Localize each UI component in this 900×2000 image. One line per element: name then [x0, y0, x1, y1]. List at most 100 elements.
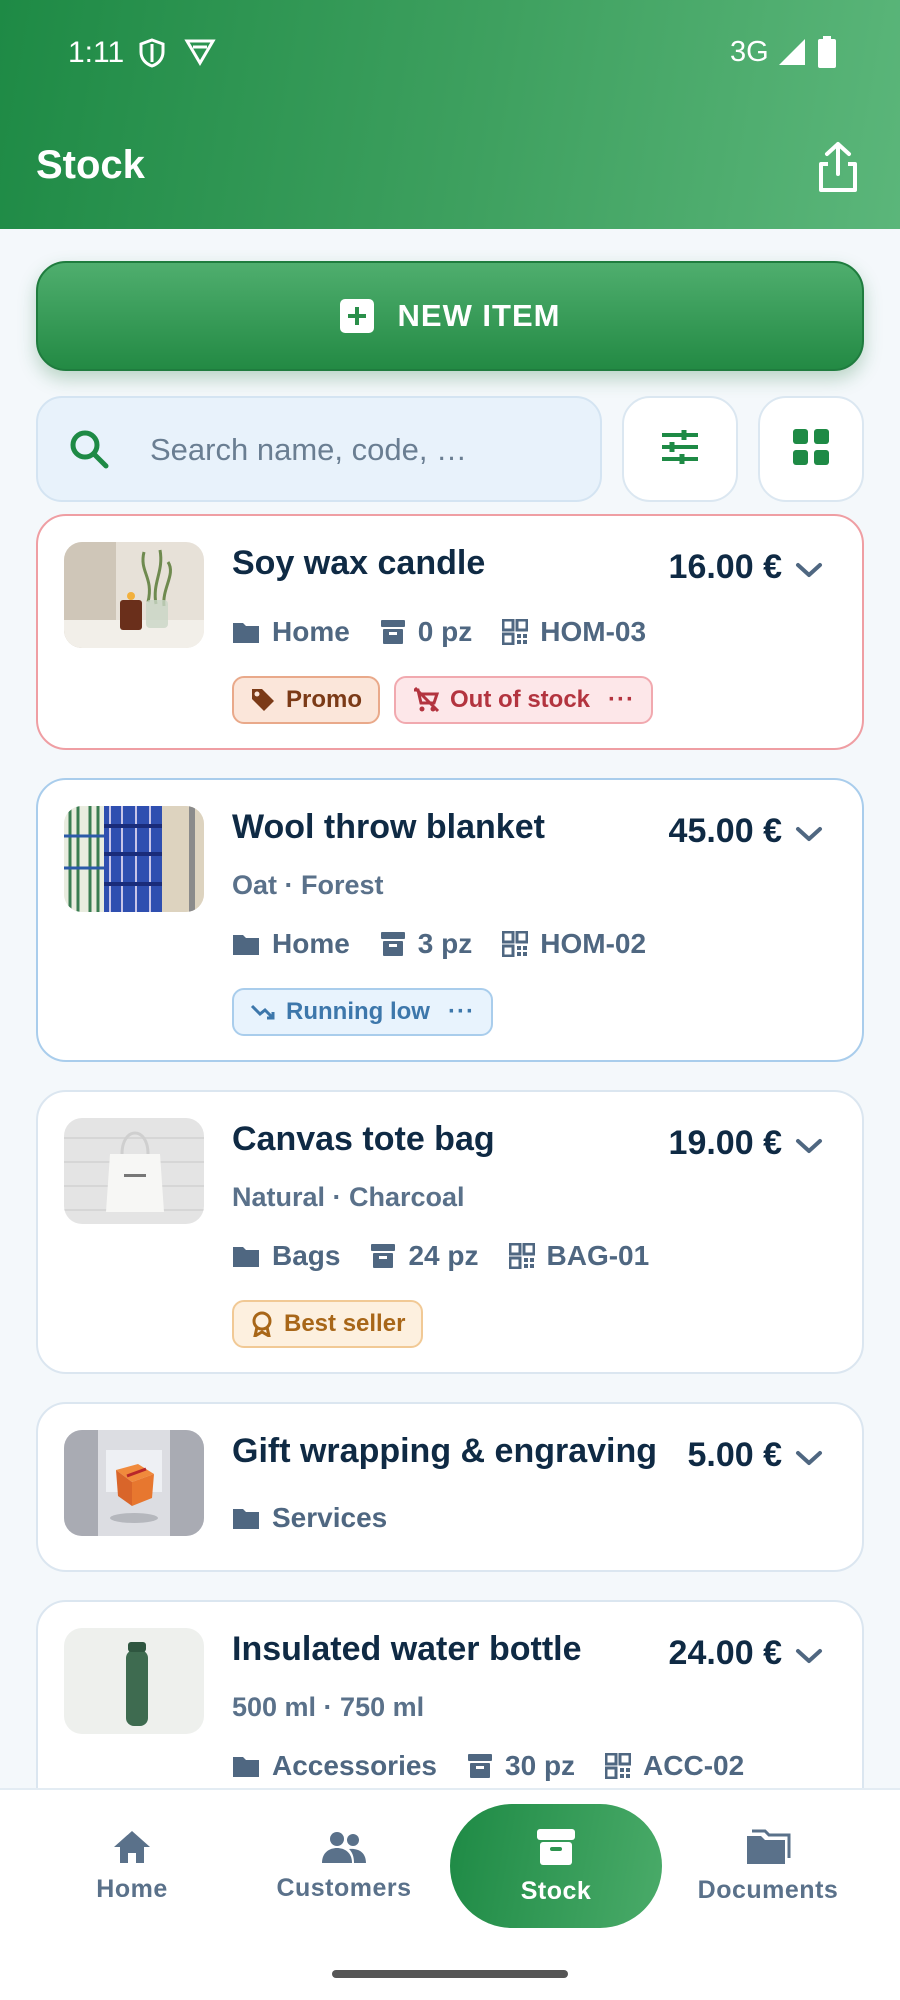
folder-icon: [233, 1247, 259, 1267]
item-variants: 500 ml · 750 ml: [232, 1692, 425, 1722]
item-tags: Promo Out of stock ···: [232, 676, 667, 724]
chevron-down-icon[interactable]: [794, 1448, 824, 1468]
qr-code-icon: [508, 1243, 535, 1269]
tag-icon: [252, 689, 274, 711]
box-icon: [371, 1244, 396, 1268]
search-icon: [68, 428, 112, 477]
status-bar: 1:11 3G: [0, 0, 900, 110]
box-icon: [380, 620, 405, 644]
battery-icon: [818, 36, 836, 73]
item-quantity: 0 pz: [417, 616, 473, 647]
item-code: HOM-02: [540, 928, 647, 959]
item-thumbnail: [64, 1118, 204, 1224]
out-of-stock-badge[interactable]: Out of stock ···: [394, 676, 654, 724]
item-card[interactable]: Wool throw blanket 45.00 € Oat · Forest …: [36, 778, 864, 1062]
more-icon: ···: [608, 686, 636, 713]
item-card[interactable]: Soy wax candle 16.00 € Home 0 pz HOM-03 …: [36, 514, 864, 750]
box-icon: [468, 1754, 493, 1778]
new-item-label: NEW ITEM: [397, 298, 561, 333]
item-variants: Natural · Charcoal: [232, 1182, 465, 1212]
item-category: Services: [272, 1502, 388, 1533]
qr-code-icon: [502, 619, 529, 645]
item-code: HOM-03: [540, 616, 647, 647]
nav-home[interactable]: Home: [26, 1804, 238, 1928]
nav-label: Customers: [276, 1873, 412, 1902]
item-price: 45.00 €: [668, 812, 782, 850]
folder-icon: [233, 935, 259, 955]
network-type: 3G: [730, 36, 769, 68]
sliders-icon: [660, 429, 700, 470]
nav-customers[interactable]: Customers: [238, 1804, 450, 1928]
vpn-icon: [184, 38, 216, 71]
item-category: Home: [272, 928, 350, 959]
chevron-down-icon[interactable]: [794, 824, 824, 844]
chevron-down-icon[interactable]: [794, 1646, 824, 1666]
item-name: Wool throw blanket: [232, 808, 545, 846]
people-icon: [322, 1831, 366, 1863]
home-icon: [114, 1830, 150, 1863]
item-card[interactable]: Canvas tote bag 19.00 € Natural · Charco…: [36, 1090, 864, 1374]
item-name: Canvas tote bag: [232, 1120, 495, 1158]
qr-code-icon: [605, 1753, 632, 1779]
folder-icon: [233, 623, 259, 643]
add-icon: [339, 299, 374, 333]
home-indicator[interactable]: [332, 1970, 568, 1978]
item-tags: Best seller: [232, 1300, 437, 1348]
item-price: 24.00 €: [668, 1634, 782, 1672]
grid-view-button[interactable]: [758, 396, 864, 502]
nav-label: Stock: [520, 1876, 592, 1905]
item-meta: Home 3 pz HOM-02: [232, 928, 676, 960]
shield-icon: [138, 38, 166, 73]
status-time: 1:11: [68, 36, 125, 69]
item-thumbnail: [64, 806, 204, 912]
running-low-badge[interactable]: Running low ···: [232, 988, 493, 1036]
item-meta: Services: [232, 1502, 417, 1534]
item-category: Accessories: [272, 1750, 438, 1781]
chevron-down-icon[interactable]: [794, 1136, 824, 1156]
item-quantity: 30 pz: [505, 1750, 576, 1781]
item-variants: Oat · Forest: [232, 870, 384, 900]
item-thumbnail: [64, 1430, 204, 1536]
item-name: Soy wax candle: [232, 544, 486, 582]
nav-label: Documents: [697, 1875, 839, 1904]
more-icon: ···: [447, 998, 475, 1025]
item-price: 16.00 €: [668, 548, 782, 586]
trending-down-icon: [250, 1004, 275, 1020]
item-category: Bags: [272, 1240, 341, 1271]
item-thumbnail: [64, 1628, 204, 1734]
item-meta: Accessories 30 pz ACC-02: [232, 1750, 774, 1782]
item-name: Gift wrapping & engraving: [232, 1432, 658, 1470]
item-name: Insulated water bottle: [232, 1630, 582, 1668]
folder-icon: [233, 1757, 259, 1777]
filter-button[interactable]: [622, 396, 738, 502]
chevron-down-icon[interactable]: [794, 560, 824, 580]
item-card[interactable]: Insulated water bottle 24.00 € 500 ml · …: [36, 1600, 864, 1788]
folder-icon: [233, 1509, 259, 1529]
search-input[interactable]: [150, 426, 580, 474]
item-card[interactable]: Gift wrapping & engraving 5.00 € Service…: [36, 1402, 864, 1572]
nav-label: Home: [96, 1874, 168, 1903]
cart-off-icon: [413, 687, 440, 713]
nav-stock[interactable]: Stock: [450, 1804, 662, 1928]
folder-icon: [747, 1829, 791, 1864]
item-meta: Home 0 pz HOM-03: [232, 616, 676, 648]
app-bar: 1:11 3G Stock: [0, 0, 900, 229]
nav-documents[interactable]: Documents: [662, 1804, 874, 1928]
item-list[interactable]: Soy wax candle 16.00 € Home 0 pz HOM-03 …: [0, 512, 900, 1788]
best-seller-badge: Best seller: [232, 1300, 424, 1348]
award-icon: [252, 1311, 272, 1337]
search-box[interactable]: [36, 396, 602, 502]
item-category: Home: [272, 616, 350, 647]
promo-badge: Promo: [232, 676, 381, 724]
item-code: BAG-01: [546, 1240, 650, 1271]
item-tags: Running low ···: [232, 988, 507, 1036]
signal-icon: [778, 38, 806, 71]
item-price: 19.00 €: [668, 1124, 782, 1162]
item-quantity: 24 pz: [408, 1240, 479, 1271]
new-item-button[interactable]: NEW ITEM: [36, 261, 864, 371]
share-icon[interactable]: [814, 140, 862, 196]
item-meta: Bags 24 pz BAG-01: [232, 1240, 679, 1272]
item-code: ACC-02: [643, 1750, 745, 1781]
box-icon: [380, 932, 405, 956]
qr-code-icon: [502, 931, 529, 957]
